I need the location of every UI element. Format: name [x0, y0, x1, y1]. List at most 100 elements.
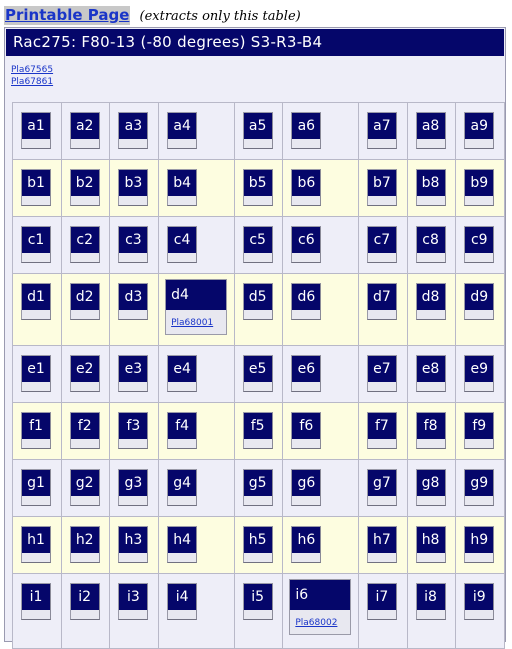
- well-f1[interactable]: f1: [21, 412, 51, 449]
- well-i7[interactable]: i7: [366, 583, 397, 620]
- well-f4[interactable]: f4: [167, 412, 198, 449]
- well-d6[interactable]: d6: [291, 283, 322, 320]
- well-d7[interactable]: d7: [366, 283, 397, 320]
- well-label: e2: [70, 356, 99, 382]
- well-i5[interactable]: i5: [242, 583, 273, 620]
- well-label: f5: [243, 413, 272, 439]
- well-a3[interactable]: a3: [118, 112, 149, 149]
- well-h3[interactable]: h3: [118, 526, 149, 563]
- well-g1[interactable]: g1: [21, 469, 51, 506]
- well-c9[interactable]: c9: [464, 226, 495, 263]
- well-c6[interactable]: c6: [291, 226, 322, 263]
- well-a7[interactable]: a7: [366, 112, 397, 149]
- well-g7[interactable]: g7: [366, 469, 397, 506]
- well-b3[interactable]: b3: [118, 169, 149, 206]
- well-i1[interactable]: i1: [21, 583, 51, 620]
- well-d2[interactable]: d2: [69, 283, 100, 320]
- well-b8[interactable]: b8: [415, 169, 446, 206]
- well-h7[interactable]: h7: [366, 526, 397, 563]
- rack-cell-i4: i4: [158, 573, 235, 649]
- well-c1[interactable]: c1: [21, 226, 51, 263]
- well-e8[interactable]: e8: [415, 355, 446, 392]
- well-h9[interactable]: h9: [464, 526, 495, 563]
- well-f9[interactable]: f9: [464, 412, 495, 449]
- well-a2[interactable]: a2: [69, 112, 100, 149]
- well-g3[interactable]: g3: [118, 469, 149, 506]
- well-a4[interactable]: a4: [167, 112, 198, 149]
- rack-cell-a2: a2: [60, 102, 111, 160]
- well-d8[interactable]: d8: [415, 283, 446, 320]
- well-a5[interactable]: a5: [242, 112, 273, 149]
- rack-cell-d1: d1: [12, 273, 62, 346]
- well-c8[interactable]: c8: [415, 226, 446, 263]
- well-c4[interactable]: c4: [167, 226, 198, 263]
- well-g8[interactable]: g8: [415, 469, 446, 506]
- well-b1[interactable]: b1: [21, 169, 51, 206]
- well-h4[interactable]: h4: [167, 526, 198, 563]
- well-label: c2: [70, 227, 99, 253]
- well-f6[interactable]: f6: [291, 412, 322, 449]
- well-g6[interactable]: g6: [291, 469, 322, 506]
- well-b2[interactable]: b2: [69, 169, 100, 206]
- rack-cell-g1: g1: [12, 459, 62, 517]
- well-c2[interactable]: c2: [69, 226, 100, 263]
- well-f7[interactable]: f7: [366, 412, 397, 449]
- well-f8[interactable]: f8: [415, 412, 446, 449]
- rack-cell-f6: f6: [282, 402, 359, 460]
- well-d9[interactable]: d9: [464, 283, 495, 320]
- plate-link[interactable]: Pla67861: [11, 76, 53, 88]
- well-d1[interactable]: d1: [21, 283, 51, 320]
- well-b9[interactable]: b9: [464, 169, 495, 206]
- well-h6[interactable]: h6: [291, 526, 322, 563]
- well-b5[interactable]: b5: [242, 169, 273, 206]
- well-e7[interactable]: e7: [366, 355, 397, 392]
- well-b6[interactable]: b6: [291, 169, 322, 206]
- well-a6[interactable]: a6: [291, 112, 322, 149]
- well-i8[interactable]: i8: [415, 583, 446, 620]
- well-a1[interactable]: a1: [21, 112, 51, 149]
- well-f3[interactable]: f3: [118, 412, 149, 449]
- well-e1[interactable]: e1: [21, 355, 51, 392]
- well-i6-occupied[interactable]: i6 Pla68002: [289, 579, 352, 635]
- printable-page-link[interactable]: Printable Page: [4, 6, 131, 25]
- well-g2[interactable]: g2: [69, 469, 100, 506]
- well-e9[interactable]: e9: [464, 355, 495, 392]
- well-i4[interactable]: i4: [167, 583, 198, 620]
- top-line: Printable Page (extracts only this table…: [4, 5, 301, 25]
- well-d5[interactable]: d5: [242, 283, 273, 320]
- well-h2[interactable]: h2: [69, 526, 100, 563]
- well-i2[interactable]: i2: [69, 583, 100, 620]
- well-label: i4: [168, 584, 197, 610]
- well-e4[interactable]: e4: [167, 355, 198, 392]
- well-g4[interactable]: g4: [167, 469, 198, 506]
- well-d3[interactable]: d3: [118, 283, 149, 320]
- rack-cell-h7: h7: [357, 516, 408, 574]
- well-b4[interactable]: b4: [167, 169, 198, 206]
- plate-link[interactable]: Pla67565: [11, 64, 53, 76]
- well-e5[interactable]: e5: [242, 355, 273, 392]
- well-e6[interactable]: e6: [291, 355, 322, 392]
- well-i9[interactable]: i9: [464, 583, 495, 620]
- well-g5[interactable]: g5: [242, 469, 273, 506]
- well-c7[interactable]: c7: [366, 226, 397, 263]
- well-c3[interactable]: c3: [118, 226, 149, 263]
- well-d4-occupied[interactable]: d4 Pla68001: [165, 279, 228, 335]
- well-c5[interactable]: c5: [242, 226, 273, 263]
- rack-cell-h8: h8: [406, 516, 457, 574]
- well-f2[interactable]: f2: [69, 412, 100, 449]
- well-plate-link[interactable]: Pla68001: [171, 318, 213, 328]
- well-h8[interactable]: h8: [415, 526, 446, 563]
- well-plate-link[interactable]: Pla68002: [295, 618, 337, 628]
- rack-cell-e7: e7: [357, 345, 408, 403]
- well-e3[interactable]: e3: [118, 355, 149, 392]
- well-label: e6: [292, 356, 321, 382]
- well-e2[interactable]: e2: [69, 355, 100, 392]
- well-b7[interactable]: b7: [366, 169, 397, 206]
- well-h1[interactable]: h1: [21, 526, 51, 563]
- well-f5[interactable]: f5: [242, 412, 273, 449]
- well-a9[interactable]: a9: [464, 112, 495, 149]
- well-a8[interactable]: a8: [415, 112, 446, 149]
- well-g9[interactable]: g9: [464, 469, 495, 506]
- well-h5[interactable]: h5: [242, 526, 273, 563]
- well-i3[interactable]: i3: [118, 583, 149, 620]
